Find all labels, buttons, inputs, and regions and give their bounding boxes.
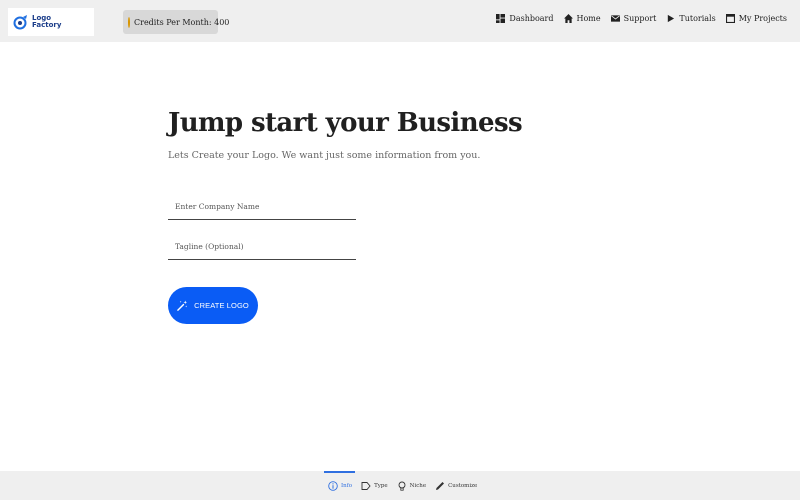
nav-label-support: Support [623, 14, 657, 23]
magic-wand-icon [177, 300, 188, 311]
tagline-input[interactable] [168, 232, 356, 259]
brand-name-line2: Factory [32, 21, 62, 29]
page-title: Jump start your Business [168, 108, 523, 138]
company-name-field [168, 192, 356, 220]
step-list: Info Type Niche Customize [328, 481, 486, 491]
create-logo-button[interactable]: CREATE LOGO [168, 287, 258, 324]
credits-badge: Credits Per Month: 400 [123, 10, 229, 34]
nav-item-dashboard[interactable]: Dashboard [496, 14, 554, 23]
credits-label: Credits Per Month: 400 [134, 17, 230, 27]
nav-label-my-projects: My Projects [738, 14, 787, 23]
brand-logo[interactable]: Logo Factory [8, 8, 94, 36]
play-icon [668, 14, 675, 23]
top-nav: Dashboard Home Support Tutorials My Proj… [486, 14, 787, 23]
logo-mark-icon [13, 14, 29, 30]
step-bar: Info Type Niche Customize [0, 471, 800, 500]
nav-label-home: Home [576, 14, 601, 23]
page-subtitle: Lets Create your Logo. We want just some… [168, 150, 481, 161]
coin-icon [128, 16, 130, 28]
dashboard-icon [496, 14, 506, 23]
tagline-field [168, 232, 356, 260]
step-label-type: Type [374, 483, 388, 489]
step-info[interactable]: Info [328, 481, 352, 491]
nav-label-tutorials: Tutorials [679, 14, 716, 23]
brand-name: Logo Factory [32, 15, 61, 29]
lightbulb-icon [398, 481, 406, 491]
projects-icon [725, 14, 735, 23]
nav-item-tutorials[interactable]: Tutorials [666, 14, 716, 23]
top-header: Logo Factory Credits Per Month: 400 Dash… [0, 0, 800, 42]
step-label-niche: Niche [409, 483, 427, 489]
company-name-input[interactable] [168, 192, 356, 219]
step-label-customize: Customize [448, 483, 478, 489]
info-icon [328, 481, 338, 491]
pencil-icon [436, 482, 445, 490]
step-niche[interactable]: Niche [397, 481, 426, 491]
step-label-info: Info [341, 483, 353, 489]
home-icon [563, 14, 573, 23]
step-customize[interactable]: Customize [435, 481, 477, 491]
active-step-indicator [324, 471, 355, 473]
step-type[interactable]: Type [361, 481, 388, 491]
tag-icon [361, 482, 371, 490]
mail-icon [610, 15, 620, 22]
nav-item-my-projects[interactable]: My Projects [725, 14, 787, 23]
nav-item-support[interactable]: Support [610, 14, 657, 23]
create-logo-label: CREATE LOGO [194, 301, 249, 310]
nav-label-dashboard: Dashboard [509, 14, 554, 23]
nav-item-home[interactable]: Home [563, 14, 601, 23]
